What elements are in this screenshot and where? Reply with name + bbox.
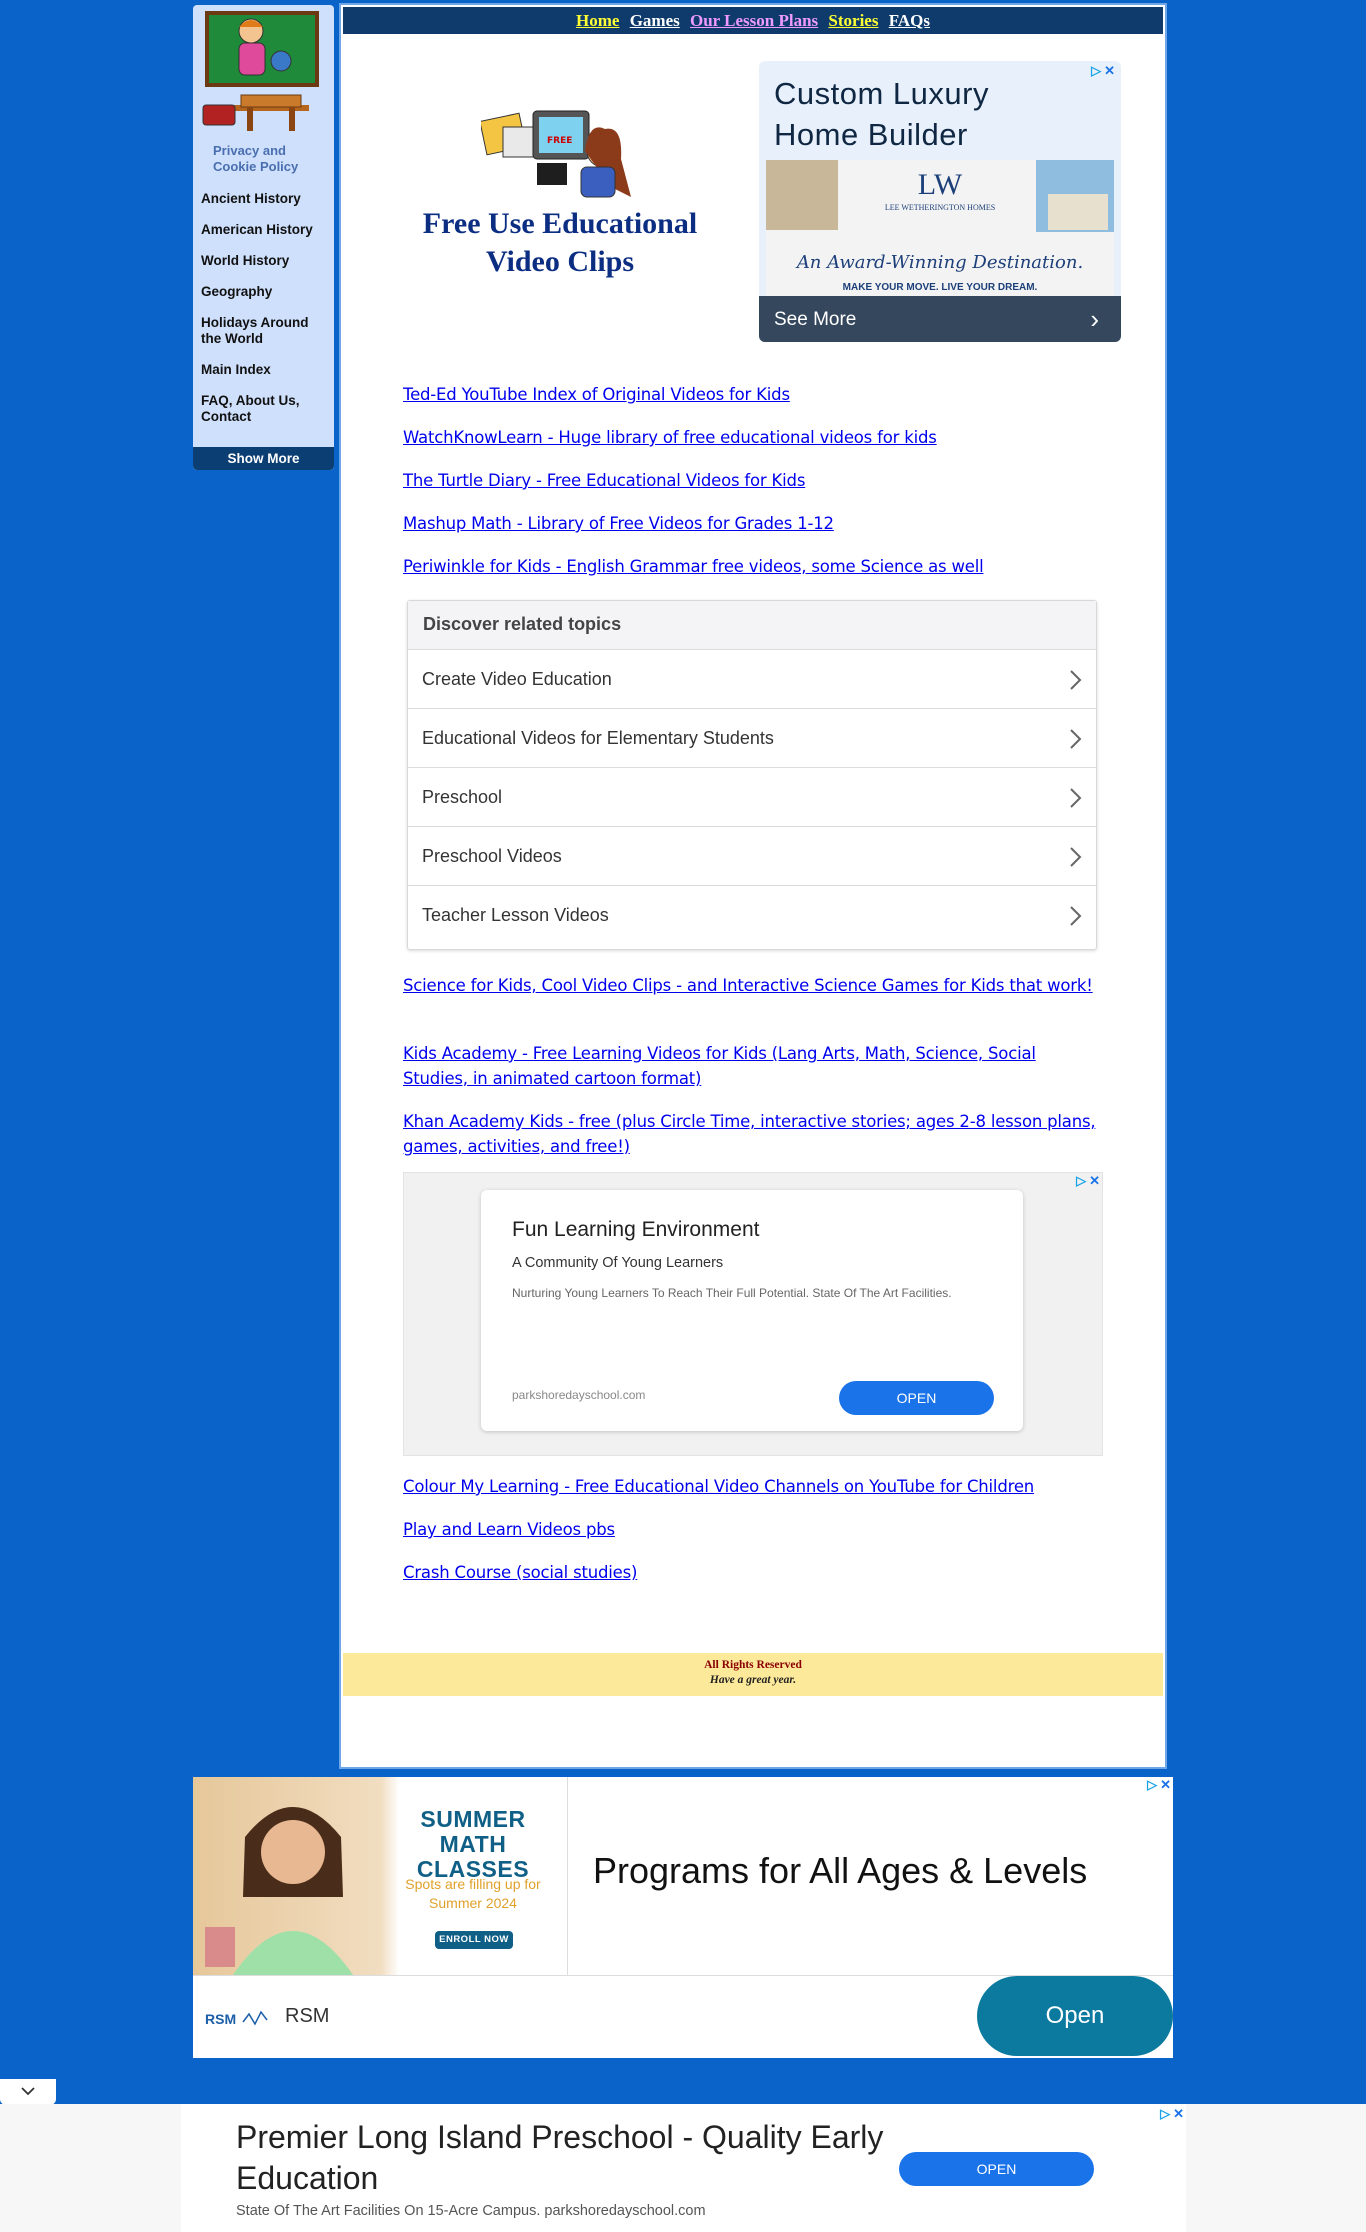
link-play-and-learn-pbs[interactable]: Play and Learn Videos pbs	[403, 1517, 1103, 1542]
topic-item[interactable]: Educational Videos for Elementary Studen…	[408, 709, 1096, 768]
sidebar-item-american-history[interactable]: American History	[201, 222, 329, 238]
link-colour-my-learning[interactable]: Colour My Learning - Free Educational Vi…	[403, 1474, 1103, 1499]
ad-promo-title: SUMMER MATH CLASSES	[416, 1806, 530, 1882]
link-mashup-math[interactable]: Mashup Math - Library of Free Videos for…	[403, 511, 1103, 536]
ad-see-more[interactable]: See More	[774, 309, 856, 331]
chevron-right-icon[interactable]: ›	[1090, 304, 1099, 335]
svg-text:An Award-Winning Destination.: An Award-Winning Destination.	[795, 252, 1083, 273]
ad-open-button[interactable]: Open	[977, 1976, 1173, 2056]
ad-footer-bar: RSM RSM Open	[193, 1975, 1173, 2058]
ad-open-button[interactable]: OPEN	[839, 1381, 994, 1415]
topic-item[interactable]: Preschool Videos	[408, 827, 1096, 886]
ad-summer-math[interactable]: SUMMER MATH CLASSES Spots are filling up…	[193, 1777, 1173, 2058]
footer: All Rights Reserved Have a great year.	[343, 1653, 1163, 1696]
svg-text:MAKE YOUR MOVE. LIVE YOUR DREA: MAKE YOUR MOVE. LIVE YOUR DREAM.	[843, 282, 1038, 293]
footer-rights: All Rights Reserved	[704, 1659, 802, 1671]
link-watchknowlearn[interactable]: WatchKnowLearn - Huge library of free ed…	[403, 425, 1103, 450]
chevron-right-icon	[1070, 729, 1082, 749]
main-content: Home Games Our Lesson Plans Stories FAQs…	[339, 3, 1167, 1769]
ad-brand-name: RSM	[285, 2005, 330, 2027]
ad-choices-icon[interactable]: ▷ ✕	[1091, 63, 1115, 79]
ad-choices-icon[interactable]: ▷ ✕	[1076, 1173, 1100, 1189]
ad-headline: Premier Long Island Preschool - Quality …	[236, 2119, 884, 2196]
ad-card[interactable]: Fun Learning Environment A Community Of …	[481, 1190, 1023, 1431]
sidebar-item-geography[interactable]: Geography	[201, 284, 329, 300]
top-navigation: Home Games Our Lesson Plans Stories FAQs	[343, 7, 1163, 34]
related-topics-header: Discover related topics	[408, 601, 1096, 650]
collapse-ad-tab[interactable]	[0, 2079, 56, 2105]
ad-divider	[567, 1777, 568, 1975]
ad-learning-environment[interactable]: ▷ ✕ Fun Learning Environment A Community …	[403, 1172, 1103, 1456]
sidebar: Privacy and Cookie Policy Ancient Histor…	[193, 5, 334, 470]
anchored-ad: Premier Long Island Preschool - Quality …	[0, 2104, 1366, 2232]
chevron-right-icon	[1070, 788, 1082, 808]
rsm-logo-icon: RSM	[205, 2010, 268, 2027]
chevron-right-icon	[1070, 670, 1082, 690]
link-periwinkle[interactable]: Periwinkle for Kids - English Grammar fr…	[403, 554, 1103, 579]
ad-cta-bar[interactable]: See More ›	[759, 296, 1121, 342]
sidebar-item-main-index[interactable]: Main Index	[201, 362, 329, 378]
ad-preschool[interactable]: Premier Long Island Preschool - Quality …	[181, 2104, 1186, 2232]
sidebar-item-faq-contact[interactable]: FAQ, About Us, Contact	[201, 393, 329, 425]
svg-text:FREE: FREE	[547, 136, 572, 146]
page-title: Free Use Educational Video Clips	[422, 207, 698, 278]
link-science-for-kids[interactable]: Science for Kids, Cool Video Clips - and…	[403, 973, 1103, 998]
svg-text:LW: LW	[918, 168, 963, 201]
nav-home[interactable]: Home	[576, 11, 619, 30]
ad-tagline: Programs for All Ages & Levels	[593, 1850, 1088, 1891]
ad-body: Nurturing Young Learners To Reach Their …	[512, 1286, 952, 1300]
topic-item[interactable]: Create Video Education	[408, 650, 1096, 709]
sidebar-item-ancient-history[interactable]: Ancient History	[201, 191, 329, 207]
chevron-right-icon	[1070, 847, 1082, 867]
link-khan-academy-kids[interactable]: Khan Academy Kids - free (plus Circle Ti…	[403, 1109, 1103, 1159]
chevron-down-icon[interactable]	[0, 2079, 56, 2105]
ad-domain: parkshoredayschool.com	[512, 1388, 646, 1402]
chevron-right-icon	[1070, 906, 1082, 926]
ad-title: Fun Learning Environment	[512, 1218, 760, 1241]
ad-subtitle: A Community Of Young Learners	[512, 1255, 724, 1271]
topic-item[interactable]: Preschool	[408, 768, 1096, 827]
sidebar-item-holidays[interactable]: Holidays Around the World	[201, 315, 329, 347]
nav-faqs[interactable]: FAQs	[889, 11, 930, 30]
ad-choices-icon[interactable]: ▷ ✕	[1147, 1777, 1171, 1793]
video-clips-illustration: FREE	[481, 110, 631, 198]
footer-note: Have a great year.	[709, 1674, 797, 1686]
ad-home-builder[interactable]: Custom Luxury Home Builder ▷ ✕ LW LEE WET…	[759, 61, 1121, 342]
link-crash-course[interactable]: Crash Course (social studies)	[403, 1560, 1103, 1585]
link-ted-ed[interactable]: Ted-Ed YouTube Index of Original Videos …	[403, 382, 1103, 407]
ad-home-builder-image: LW LEE WETHERINGTON HOMES An Award-Winni…	[766, 160, 1114, 298]
related-topics-box: Discover related topics Create Video Edu…	[407, 600, 1097, 950]
ad-choices-icon[interactable]: ▷ ✕	[1160, 2106, 1184, 2122]
link-kids-academy[interactable]: Kids Academy - Free Learning Videos for …	[403, 1041, 1103, 1091]
svg-text:LEE WETHERINGTON HOMES: LEE WETHERINGTON HOMES	[885, 203, 995, 212]
svg-text:RSM: RSM	[205, 2011, 236, 2027]
nav-games[interactable]: Games	[630, 11, 680, 30]
link-turtle-diary[interactable]: The Turtle Diary - Free Educational Vide…	[403, 468, 1103, 493]
show-more-button[interactable]: Show More	[193, 447, 334, 470]
ad-enroll-button[interactable]: ENROLL NOW	[435, 1931, 513, 1949]
topic-item[interactable]: Teacher Lesson Videos	[408, 886, 1096, 945]
ad-open-button[interactable]: OPEN	[899, 2152, 1094, 2186]
ad-headline: Custom Luxury Home Builder	[774, 76, 989, 152]
nav-lesson-plans[interactable]: Our Lesson Plans	[690, 11, 818, 30]
ad-subtext: State Of The Art Facilities On 15-Acre C…	[236, 2203, 706, 2219]
teacher-illustration[interactable]	[201, 9, 321, 134]
nav-stories[interactable]: Stories	[828, 11, 878, 30]
privacy-policy-link[interactable]: Privacy and Cookie Policy	[213, 143, 323, 175]
sidebar-item-world-history[interactable]: World History	[201, 253, 329, 269]
ad-promo-subtitle: Spots are filling up for Summer 2024	[405, 1876, 541, 1911]
